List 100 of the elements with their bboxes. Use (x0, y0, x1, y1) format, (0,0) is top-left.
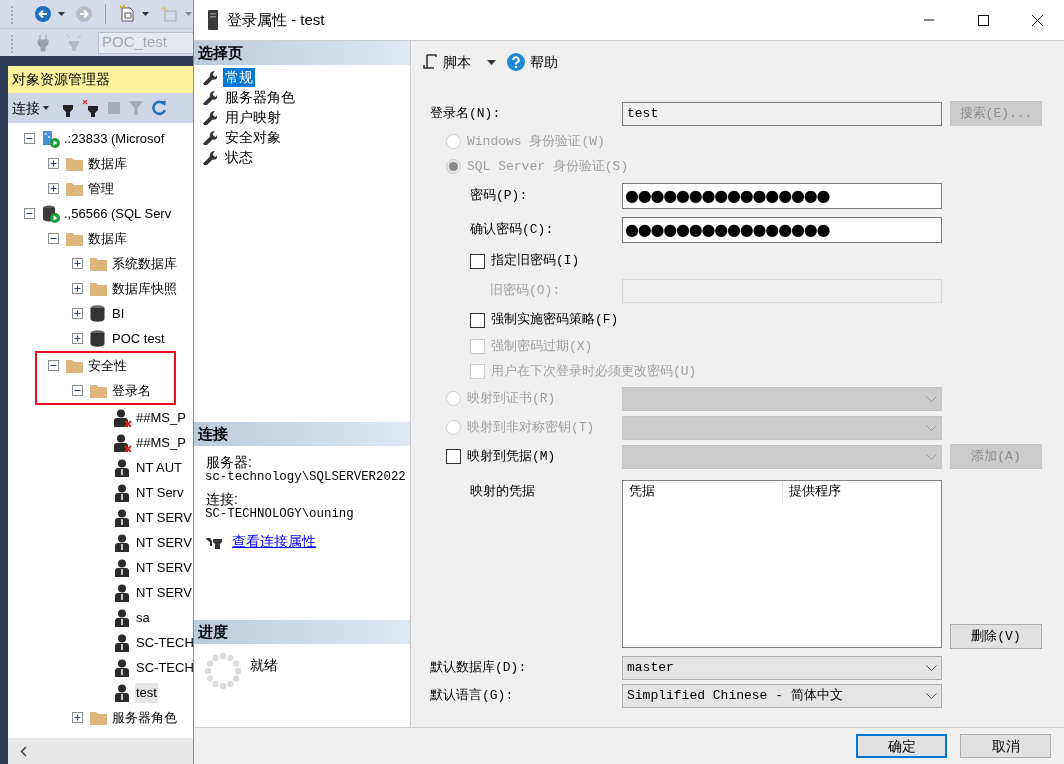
wrench-icon (202, 69, 217, 85)
server-icon (42, 204, 60, 223)
credentials-list[interactable]: 凭据 提供程序 (622, 480, 942, 648)
caret-icon (43, 106, 49, 110)
tree-item[interactable]: NT SERV (135, 532, 193, 553)
connect-button[interactable]: 连接 (12, 97, 49, 119)
section-header: 连接 (194, 422, 410, 446)
expand-icon[interactable] (48, 183, 59, 194)
field-label: 旧密码(O): (490, 281, 561, 300)
collapse-icon[interactable] (48, 360, 59, 371)
tree-item[interactable]: 安全性 (87, 355, 128, 376)
help-button[interactable]: 帮助 (507, 51, 558, 73)
help-icon (507, 53, 525, 71)
expand-icon[interactable] (48, 158, 59, 169)
dropdown[interactable]: Simplified Chinese - 简体中文 (622, 684, 942, 708)
tree-item[interactable]: 系统数据库 (111, 253, 178, 274)
maximize-icon[interactable] (976, 14, 990, 26)
column-header[interactable]: 凭据 (623, 482, 783, 502)
user-icon (114, 583, 130, 602)
user-icon (114, 633, 130, 652)
tree-item[interactable]: POC test (111, 328, 166, 349)
tree-item[interactable]: 服务器角色 (111, 707, 178, 728)
tree-item[interactable]: .:23833 (Microsof (63, 128, 166, 149)
collapse-icon[interactable] (24, 208, 35, 219)
text-field[interactable]: test (622, 101, 942, 126)
dropdown[interactable]: master (622, 656, 942, 680)
disconnect-icon[interactable] (83, 99, 99, 117)
page-list-item[interactable]: 用户映射 (223, 107, 283, 127)
tree-item[interactable]: .,56566 (SQL Serv (63, 203, 173, 224)
caret-icon[interactable] (486, 59, 496, 65)
tree-item[interactable]: NT SERV (135, 507, 193, 528)
status-text: 就绪 (250, 656, 278, 675)
tree-item[interactable]: SC-TECH (135, 657, 193, 678)
tree-item[interactable]: 管理 (87, 178, 115, 199)
field-label: 默认语言(G): (430, 687, 514, 706)
grip-icon (10, 4, 14, 24)
scrollbar[interactable] (8, 738, 193, 764)
folder-icon (66, 156, 83, 171)
back-icon[interactable] (34, 5, 52, 23)
chevron-down-icon (926, 453, 937, 460)
tree-item[interactable]: ##MS_P (135, 407, 187, 428)
chevron-down-icon (926, 665, 937, 671)
page-list-item[interactable]: 安全对象 (223, 127, 283, 147)
tree-item[interactable]: NT AUT (135, 457, 183, 478)
tree-item[interactable]: 数据库快照 (111, 278, 178, 299)
grip-icon (10, 32, 14, 53)
checkbox[interactable]: 映射到凭据(M) (446, 446, 556, 467)
tree-item[interactable]: sa (135, 607, 151, 628)
expand-icon[interactable] (72, 283, 83, 294)
wrench-icon (202, 89, 217, 105)
tree-item[interactable]: SC-TECH (135, 632, 193, 653)
script-button[interactable]: 脚本 (423, 51, 471, 73)
user-icon (114, 558, 130, 577)
field-label: 登录名(N): (430, 104, 501, 123)
list-label: 映射的凭据 (470, 484, 535, 499)
tree-item[interactable]: NT Serv (135, 482, 185, 503)
expand-icon[interactable] (72, 308, 83, 319)
disabled-user-icon (114, 433, 133, 452)
dialog-button[interactable]: 取消 (960, 734, 1051, 758)
folder-icon (66, 358, 83, 373)
folder-icon (66, 231, 83, 246)
user-icon (114, 508, 130, 527)
collapse-icon[interactable] (24, 133, 35, 144)
section-header: 进度 (194, 620, 410, 644)
tree-item[interactable]: NT SERV (135, 582, 193, 603)
tree-item[interactable]: test (135, 682, 158, 703)
field-label: 默认数据库(D): (430, 659, 527, 678)
page-list-item[interactable]: 服务器角色 (223, 87, 297, 107)
page-list-item[interactable]: 常规 (223, 67, 255, 87)
expand-icon[interactable] (72, 712, 83, 723)
server-icon (42, 129, 60, 148)
dialog-button[interactable]: 确定 (856, 734, 947, 758)
refresh-icon[interactable] (152, 100, 166, 116)
new-item-icon[interactable] (118, 5, 136, 23)
script-icon (423, 54, 437, 70)
expand-icon[interactable] (72, 333, 83, 344)
close-icon[interactable] (1030, 14, 1044, 26)
page-list-item[interactable]: 状态 (223, 147, 255, 167)
caret-icon (58, 12, 65, 16)
column-header[interactable]: 提供程序 (783, 482, 941, 502)
tree-item[interactable]: 登录名 (111, 380, 152, 401)
user-icon (114, 608, 130, 627)
side-button[interactable]: 删除(V) (950, 624, 1042, 649)
scroll-left-icon[interactable] (20, 745, 27, 757)
folder-icon (90, 281, 107, 296)
collapse-icon[interactable] (72, 385, 83, 396)
tree-item[interactable]: ##MS_P (135, 432, 187, 453)
wrench-icon (202, 149, 217, 165)
tree-item[interactable]: NT SERV (135, 557, 193, 578)
tree-item[interactable]: 数据库 (87, 153, 128, 174)
tree-item[interactable]: 数据库 (87, 228, 128, 249)
connection-user: SC-TECHNOLOGY\ouning (205, 507, 355, 521)
server-label: 服务器: (206, 455, 253, 470)
chevron-down-icon (926, 395, 937, 402)
connection-label: 连接: (206, 492, 239, 507)
checkbox-icon[interactable] (446, 449, 461, 464)
tree-item[interactable]: BI (111, 303, 126, 324)
view-connection-link[interactable]: 查看连接属性 (232, 531, 316, 552)
expand-icon[interactable] (72, 258, 83, 269)
collapse-icon[interactable] (48, 233, 59, 244)
